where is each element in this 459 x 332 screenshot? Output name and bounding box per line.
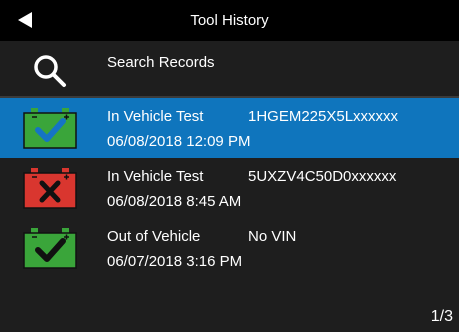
record-vin: 1HGEM225X5Lxxxxxx: [248, 108, 399, 125]
search-records-label: Search Records: [107, 54, 215, 71]
record-vin: No VIN: [248, 228, 297, 245]
record-row-3[interactable]: Out of Vehicle No VIN 06/07/2018 3:16 PM: [0, 218, 459, 278]
record-datetime: 06/08/2018 8:45 AM: [107, 193, 242, 210]
record-type: In Vehicle Test: [107, 108, 204, 125]
battery-check-icon: [23, 108, 77, 149]
search-records-button[interactable]: Search Records: [0, 41, 459, 96]
tool-history-screen: Tool History Search Records In Vehicle T…: [0, 0, 459, 332]
record-row-2[interactable]: In Vehicle Test 5UXZV4C50D0xxxxxx 06/08/…: [0, 158, 459, 218]
battery-fail-icon: [23, 168, 77, 209]
record-datetime: 06/08/2018 12:09 PM: [107, 133, 251, 150]
record-row-1[interactable]: In Vehicle Test 1HGEM225X5Lxxxxxx 06/08/…: [0, 98, 459, 158]
page-indicator: 1/3: [430, 308, 453, 325]
search-icon: [34, 55, 66, 87]
page-title: Tool History: [190, 12, 269, 29]
record-datetime: 06/07/2018 3:16 PM: [107, 253, 243, 270]
header-bar: Tool History: [0, 0, 459, 41]
battery-check-icon: [23, 228, 77, 269]
record-type: Out of Vehicle: [107, 228, 201, 245]
record-vin: 5UXZV4C50D0xxxxxx: [248, 168, 397, 185]
record-type: In Vehicle Test: [107, 168, 204, 185]
